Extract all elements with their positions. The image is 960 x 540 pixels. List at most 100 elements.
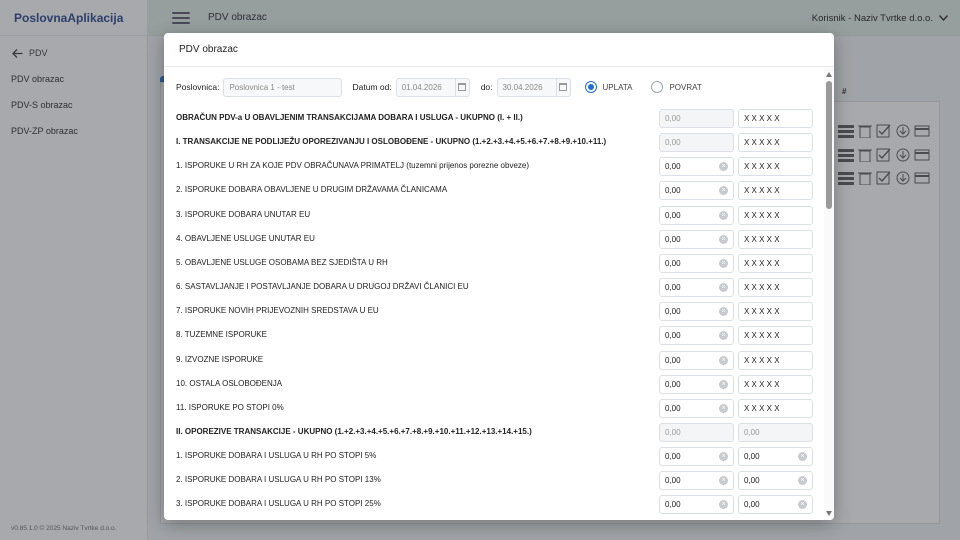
pdv-field-value: X X X X X [744,379,780,389]
radio-unselected-icon [651,81,664,93]
clear-icon[interactable]: × [719,186,728,196]
scroll-down-icon[interactable] [826,511,832,516]
pdv-field[interactable]: X X X X X [738,205,813,225]
modal-body: Poslovnica: Poslovnica 1 - test Datum od… [164,68,824,520]
modal-scrollbar[interactable] [824,68,834,520]
datum-do-value: 30.04.2026 [502,82,543,92]
form-row: 1. ISPORUKE U RH ZA KOJE PDV OBRAČUNAVA … [164,154,824,178]
pdv-field-value: 0,00 [744,476,760,486]
form-row-label: 7. ISPORUKE NOVIH PRIJEVOZNIH SREDSTAVA … [176,306,379,316]
form-row: 3. ISPORUKE DOBARA I USLUGA U RH PO STOP… [164,492,824,516]
osnovica-field[interactable]: 0,00 × [659,253,734,273]
form-row: OBRAČUN PDV-a U OBAVLJENIM TRANSAKCIJAMA… [164,106,824,130]
osnovica-field-value: 0,00 [665,379,681,389]
osnovica-field[interactable]: 0,00 × [659,205,734,225]
clear-icon[interactable]: × [798,452,807,462]
osnovica-field-value: 0,00 [665,234,681,244]
pdv-field-value: X X X X X [744,355,780,365]
osnovica-field[interactable]: 0,00 × [659,447,734,467]
form-row: 9. IZVOZNE ISPORUKE 0,00 × X X X X X [164,348,824,372]
clear-icon[interactable]: × [719,355,728,365]
pdv-field[interactable]: X X X X X [738,181,813,201]
form-row: 1. ISPORUKE DOBARA I USLUGA U RH PO STOP… [164,444,824,468]
poslovnica-field[interactable]: Poslovnica 1 - test [223,77,343,97]
osnovica-field-value: 0,00 [665,452,681,462]
osnovica-field-value: 0,00 [665,427,681,437]
osnovica-field-value: 0,00 [665,331,681,341]
clear-icon[interactable]: × [719,403,728,413]
clear-icon[interactable]: × [719,331,728,341]
pdv-field-value: X X X X X [744,307,780,317]
clear-icon[interactable]: × [719,234,728,244]
calendar-icon[interactable] [555,78,570,96]
datum-od-field[interactable]: 01.04.2026 [395,77,470,97]
osnovica-field-value: 0,00 [665,355,681,365]
form-row: 10. OSTALA OSLOBOĐENJA 0,00 × X X X X X [164,372,824,396]
osnovica-field[interactable]: 0,00 × [659,229,734,249]
pdv-field[interactable]: X X X X X [738,398,813,418]
pdv-field[interactable]: X X X X X [738,350,813,370]
clear-icon[interactable]: × [719,379,728,389]
clear-icon[interactable]: × [719,162,728,172]
pdv-field[interactable]: X X X X X [738,109,813,128]
pdv-field-value: X X X X X [744,234,780,244]
clear-icon[interactable]: × [719,476,728,486]
radio-povrat[interactable]: POVRAT [651,81,702,93]
clear-icon[interactable]: × [719,210,728,220]
pdv-field: 0,00 [738,422,813,442]
osnovica-field-value: 0,00 [665,138,681,148]
radio-selected-icon [584,81,597,93]
pdv-field-value: X X X X X [744,114,780,123]
pdv-field[interactable]: X X X X X [738,133,813,153]
clear-icon[interactable]: × [798,476,807,486]
osnovica-field[interactable]: 0,00 × [659,278,734,298]
pdv-field-value: 0,00 [744,452,760,462]
pdv-field[interactable]: X X X X X [738,326,813,346]
pdv-field-value: X X X X X [744,210,780,220]
pdv-field-value: X X X X X [744,283,780,293]
pdv-field-value: 0,00 [744,427,760,437]
osnovica-field[interactable]: 0,00 × [659,471,734,491]
osnovica-field[interactable]: 0,00 × [659,495,734,515]
form-row-label: 2. ISPORUKE DOBARA OBAVLJENE U DRUGIM DR… [176,185,448,195]
form-row: 4. OBAVLJENE USLUGE UNUTAR EU 0,00 × X X X … [164,227,824,251]
form-row-label: 6. SASTAVLJANJE I POSTAVLJANJE DOBARA U … [176,282,469,292]
clear-icon[interactable]: × [719,258,728,268]
clear-icon[interactable]: × [719,307,728,317]
clear-icon[interactable]: × [798,500,807,510]
radio-uplata[interactable]: UPLATA [584,81,632,93]
osnovica-field: 0,00 [659,109,734,128]
clear-icon[interactable]: × [719,452,728,462]
clear-icon[interactable]: × [719,500,728,510]
form-row: II. OPOREZIVE TRANSAKCIJE - UKUPNO (1.+2… [164,420,824,444]
form-row-label: 2. ISPORUKE DOBARA I USLUGA U RH PO STOP… [176,475,381,485]
pdv-field[interactable]: X X X X X [738,278,813,298]
scroll-up-icon[interactable] [826,72,832,77]
osnovica-field[interactable]: 0,00 × [659,302,734,322]
pdv-field-value: X X X X X [744,403,780,413]
clear-icon[interactable]: × [719,283,728,293]
osnovica-field[interactable]: 0,00 × [659,181,734,201]
osnovica-field[interactable]: 0,00 × [659,398,734,418]
form-row: 2. ISPORUKE DOBARA I USLUGA U RH PO STOP… [164,468,824,492]
pdv-field[interactable]: X X X X X [738,253,813,273]
pdv-field[interactable]: X X X X X [738,302,813,322]
osnovica-field[interactable]: 0,00 × [659,326,734,346]
filter-bar: Poslovnica: Poslovnica 1 - test Datum od… [164,68,824,106]
scroll-thumb[interactable] [826,81,832,209]
pdv-field[interactable]: X X X X X [738,229,813,249]
pdv-field[interactable]: 0,00 × [738,471,813,491]
pdv-field-value: X X X X X [744,162,780,172]
osnovica-field[interactable]: 0,00 × [659,157,734,177]
pdv-field[interactable]: X X X X X [738,374,813,394]
datum-do-field[interactable]: 30.04.2026 [496,77,571,97]
calendar-icon[interactable] [454,78,469,96]
pdv-field[interactable]: X X X X X [738,157,813,177]
pdv-field[interactable]: 0,00 × [738,495,813,515]
modal-title: PDV obrazac [164,33,834,67]
osnovica-field[interactable]: 0,00 × [659,350,734,370]
form-row: 3. ISPORUKE DOBARA UNUTAR EU 0,00 × X X X X… [164,203,824,227]
osnovica-field-value: 0,00 [665,258,681,268]
osnovica-field[interactable]: 0,00 × [659,374,734,394]
pdv-field[interactable]: 0,00 × [738,447,813,467]
